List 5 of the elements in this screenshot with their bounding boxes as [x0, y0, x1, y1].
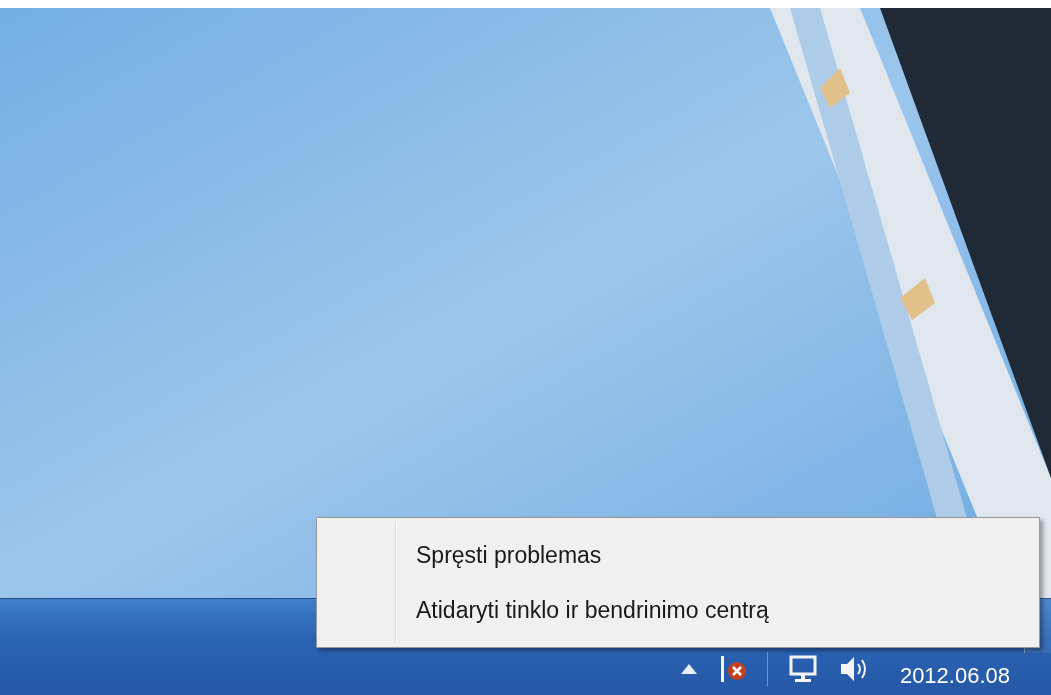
menu-item[interactable]: Spręsti problemas [410, 535, 775, 575]
menu-item[interactable]: Atidaryti tinklo ir bendrinimo centrą [410, 590, 775, 630]
clock-date[interactable]: 2012.06.08 [899, 663, 1010, 689]
triangle-icon[interactable] [680, 664, 697, 674]
monitor-icon[interactable] [787, 654, 818, 684]
